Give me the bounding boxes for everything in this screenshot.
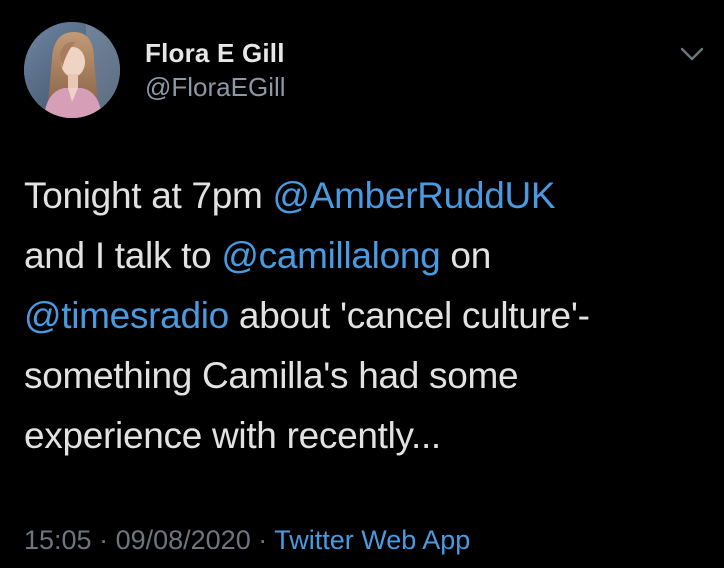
mention-link[interactable]: @AmberRuddUK <box>272 175 555 216</box>
tweet-meta: 15:05 · 09/08/2020 · Twitter Web App <box>24 520 470 560</box>
handle[interactable]: @FloraEGill <box>145 70 286 104</box>
tweet-text-segment: on <box>440 235 491 276</box>
tweet-time[interactable]: 15:05 <box>24 525 92 555</box>
tweet-menu-button[interactable] <box>676 38 708 70</box>
tweet-date[interactable]: 09/08/2020 <box>116 525 251 555</box>
tweet-text-line: @timesradio about 'cancel culture'- <box>24 286 714 346</box>
tweet-text-segment: about 'cancel culture'- <box>228 295 590 336</box>
tweet-text-segment: Tonight at 7pm <box>24 175 273 216</box>
tweet-text-line: experience with recently... <box>24 406 714 466</box>
tweet-text-line: Tonight at 7pm @AmberRuddUK <box>24 166 714 226</box>
author-info[interactable]: Flora E Gill @FloraEGill <box>145 38 286 104</box>
tweet: Flora E Gill @FloraEGill Tonight at 7pm … <box>0 0 724 568</box>
tweet-source-link[interactable]: Twitter Web App <box>274 525 470 555</box>
tweet-text-segment: and I talk to <box>24 235 222 276</box>
mention-link[interactable]: @camillalong <box>221 235 440 276</box>
display-name[interactable]: Flora E Gill <box>145 38 286 68</box>
meta-separator: · <box>91 525 116 555</box>
tweet-text-segment: experience with recently... <box>24 415 441 456</box>
mention-link[interactable]: @timesradio <box>24 295 229 336</box>
tweet-text: Tonight at 7pm @AmberRuddUK and I talk to… <box>24 166 714 466</box>
meta-separator: · <box>250 525 275 555</box>
tweet-text-line: something Camilla's had some <box>24 346 714 406</box>
tweet-text-segment: something Camilla's had some <box>24 355 519 396</box>
profile-photo-icon <box>24 22 120 118</box>
chevron-down-icon <box>680 47 704 61</box>
avatar[interactable] <box>24 22 120 118</box>
tweet-text-line: and I talk to @camillalong on <box>24 226 714 286</box>
